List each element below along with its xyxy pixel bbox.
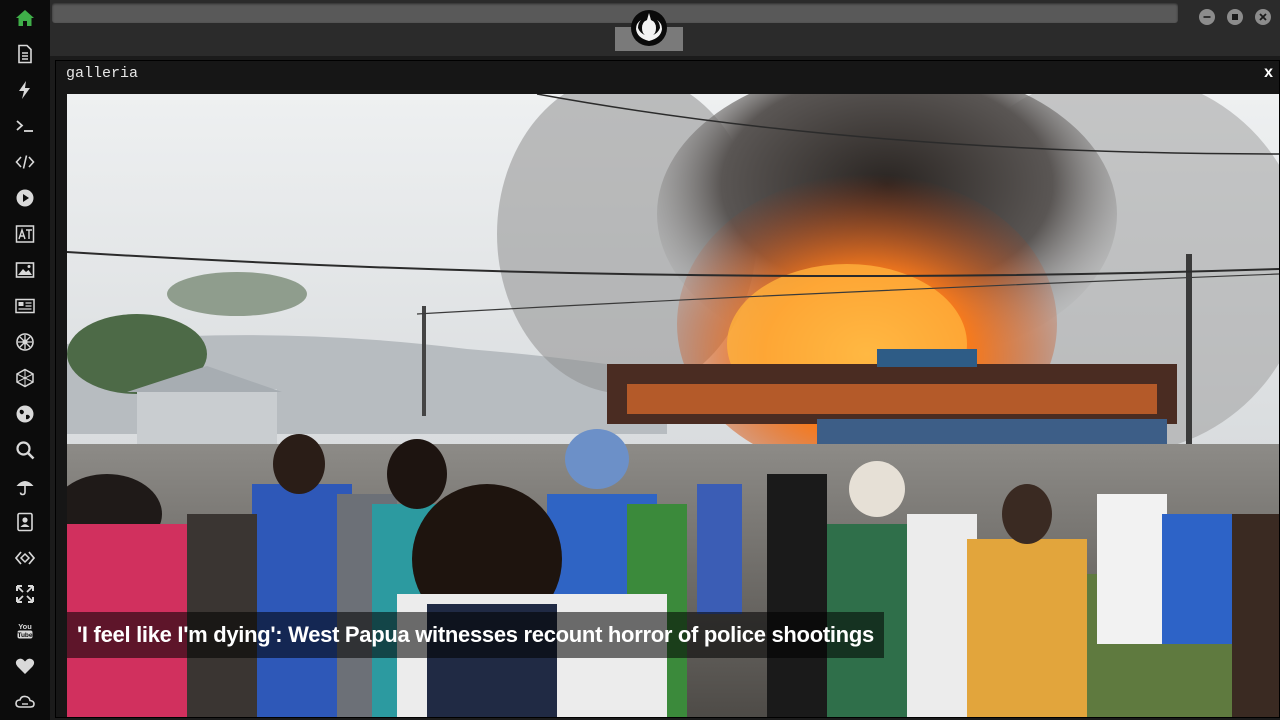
terminal-icon[interactable] (13, 114, 37, 138)
search-icon[interactable] (13, 438, 37, 462)
address-bar[interactable] (52, 3, 1178, 23)
gallery-title: galleria (66, 65, 139, 82)
newspaper-icon[interactable] (13, 294, 37, 318)
gallery-close-button[interactable]: x (1264, 64, 1273, 82)
heart-icon[interactable] (13, 654, 37, 678)
code-diamond-icon[interactable] (13, 546, 37, 570)
svg-text:Tube: Tube (17, 632, 32, 639)
maximize-button[interactable] (1227, 9, 1243, 25)
rebel-alliance-icon[interactable] (629, 8, 669, 48)
translate-icon[interactable] (13, 222, 37, 246)
youtube-icon[interactable]: You Tube (13, 618, 37, 642)
photo-caption: 'I feel like I'm dying': West Papua witn… (67, 612, 884, 658)
image-icon[interactable] (13, 258, 37, 282)
play-icon[interactable] (13, 186, 37, 210)
expand-icon[interactable] (13, 582, 37, 606)
minimize-icon (1203, 16, 1211, 18)
home-icon[interactable] (13, 6, 37, 30)
lightning-icon[interactable] (13, 78, 37, 102)
hexagon-icon[interactable] (13, 366, 37, 390)
gallery-panel: galleria x 'I feel like I'm dying': West… (55, 60, 1280, 718)
document-icon[interactable] (13, 42, 37, 66)
contact-icon[interactable] (13, 510, 37, 534)
minimize-button[interactable] (1199, 9, 1215, 25)
sidebar: You Tube (0, 0, 50, 720)
cloud-link-icon[interactable] (13, 690, 37, 714)
settings-wheel-icon[interactable] (13, 330, 37, 354)
globe-icon[interactable] (13, 402, 37, 426)
svg-text:You: You (18, 622, 32, 631)
umbrella-icon[interactable] (13, 474, 37, 498)
code-icon[interactable] (13, 150, 37, 174)
maximize-icon (1232, 14, 1238, 20)
close-window-button[interactable] (1255, 9, 1271, 25)
close-icon (1259, 13, 1267, 21)
